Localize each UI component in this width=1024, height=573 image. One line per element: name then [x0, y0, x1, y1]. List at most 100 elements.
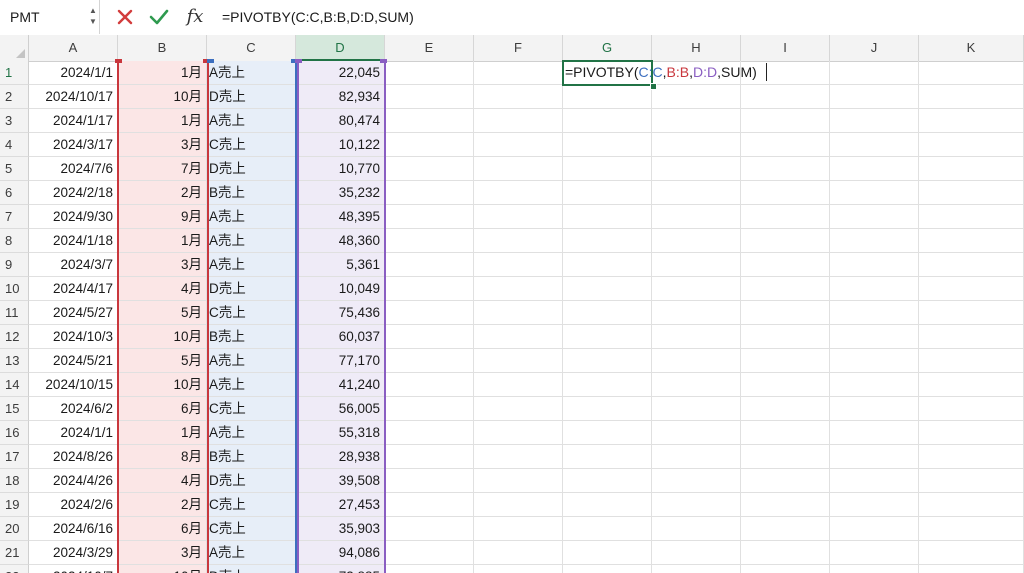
cell-a17[interactable]: 2024/8/26 — [29, 445, 118, 469]
cell-a20[interactable]: 2024/6/16 — [29, 517, 118, 541]
cell-i19[interactable] — [741, 493, 830, 517]
cell-b19[interactable]: 2月 — [118, 493, 207, 517]
cell-f10[interactable] — [474, 277, 563, 301]
formula-input[interactable]: =PIVOTBY(C:C,B:B,D:D,SUM) — [222, 9, 414, 25]
cell-i2[interactable] — [741, 85, 830, 109]
cell-k15[interactable] — [919, 397, 1024, 421]
cell-k4[interactable] — [919, 133, 1024, 157]
cell-c21[interactable]: A売上 — [207, 541, 296, 565]
row-header-5[interactable]: 5 — [0, 157, 29, 181]
cell-i6[interactable] — [741, 181, 830, 205]
cell-b22[interactable]: 10月 — [118, 565, 207, 573]
cell-f13[interactable] — [474, 349, 563, 373]
cell-b13[interactable]: 5月 — [118, 349, 207, 373]
cell-b3[interactable]: 1月 — [118, 109, 207, 133]
cell-d21[interactable]: 94,086 — [296, 541, 385, 565]
cell-e3[interactable] — [385, 109, 474, 133]
column-header-d[interactable]: D — [296, 35, 385, 61]
cell-j20[interactable] — [830, 517, 919, 541]
cell-j12[interactable] — [830, 325, 919, 349]
cell-k7[interactable] — [919, 205, 1024, 229]
cell-h14[interactable] — [652, 373, 741, 397]
cell-c2[interactable]: D売上 — [207, 85, 296, 109]
cell-f4[interactable] — [474, 133, 563, 157]
name-box-stepper-icon[interactable]: ▲ ▼ — [88, 5, 98, 29]
cell-i3[interactable] — [741, 109, 830, 133]
cell-k13[interactable] — [919, 349, 1024, 373]
cell-b20[interactable]: 6月 — [118, 517, 207, 541]
row-header-15[interactable]: 15 — [0, 397, 29, 421]
cell-g10[interactable] — [563, 277, 652, 301]
row-header-10[interactable]: 10 — [0, 277, 29, 301]
cell-d15[interactable]: 56,005 — [296, 397, 385, 421]
cell-k3[interactable] — [919, 109, 1024, 133]
cell-f14[interactable] — [474, 373, 563, 397]
cell-k6[interactable] — [919, 181, 1024, 205]
cell-h5[interactable] — [652, 157, 741, 181]
cell-d10[interactable]: 10,049 — [296, 277, 385, 301]
cell-d2[interactable]: 82,934 — [296, 85, 385, 109]
cell-i7[interactable] — [741, 205, 830, 229]
cell-e20[interactable] — [385, 517, 474, 541]
cell-h7[interactable] — [652, 205, 741, 229]
cell-a22[interactable]: 2024/10/7 — [29, 565, 118, 573]
cell-d11[interactable]: 75,436 — [296, 301, 385, 325]
cell-c5[interactable]: D売上 — [207, 157, 296, 181]
cell-b16[interactable]: 1月 — [118, 421, 207, 445]
cell-b12[interactable]: 10月 — [118, 325, 207, 349]
cell-e17[interactable] — [385, 445, 474, 469]
column-header-e[interactable]: E — [385, 35, 474, 61]
cell-a8[interactable]: 2024/1/18 — [29, 229, 118, 253]
column-header-h[interactable]: H — [652, 35, 741, 61]
cell-i14[interactable] — [741, 373, 830, 397]
name-box[interactable]: PMT ▲ ▼ — [0, 0, 100, 34]
cell-e14[interactable] — [385, 373, 474, 397]
cell-a9[interactable]: 2024/3/7 — [29, 253, 118, 277]
cell-h9[interactable] — [652, 253, 741, 277]
cell-h16[interactable] — [652, 421, 741, 445]
cell-b10[interactable]: 4月 — [118, 277, 207, 301]
cell-h10[interactable] — [652, 277, 741, 301]
cell-f5[interactable] — [474, 157, 563, 181]
cell-c22[interactable]: D売上 — [207, 565, 296, 573]
cell-k11[interactable] — [919, 301, 1024, 325]
cell-h13[interactable] — [652, 349, 741, 373]
cell-b21[interactable]: 3月 — [118, 541, 207, 565]
cell-g6[interactable] — [563, 181, 652, 205]
cell-e5[interactable] — [385, 157, 474, 181]
cell-i12[interactable] — [741, 325, 830, 349]
cell-d6[interactable]: 35,232 — [296, 181, 385, 205]
cell-c18[interactable]: D売上 — [207, 469, 296, 493]
cell-c6[interactable]: B売上 — [207, 181, 296, 205]
cell-b1[interactable]: 1月 — [118, 61, 207, 85]
cell-g8[interactable] — [563, 229, 652, 253]
cell-j17[interactable] — [830, 445, 919, 469]
cell-e8[interactable] — [385, 229, 474, 253]
cell-e13[interactable] — [385, 349, 474, 373]
column-header-k[interactable]: K — [919, 35, 1024, 61]
cell-c19[interactable]: C売上 — [207, 493, 296, 517]
cell-d18[interactable]: 39,508 — [296, 469, 385, 493]
cell-g15[interactable] — [563, 397, 652, 421]
cell-d19[interactable]: 27,453 — [296, 493, 385, 517]
cell-g2[interactable] — [563, 85, 652, 109]
row-header-3[interactable]: 3 — [0, 109, 29, 133]
row-header-16[interactable]: 16 — [0, 421, 29, 445]
row-header-2[interactable]: 2 — [0, 85, 29, 109]
cell-h8[interactable] — [652, 229, 741, 253]
column-header-j[interactable]: J — [830, 35, 919, 61]
row-header-14[interactable]: 14 — [0, 373, 29, 397]
cell-i16[interactable] — [741, 421, 830, 445]
cell-e2[interactable] — [385, 85, 474, 109]
cell-d8[interactable]: 48,360 — [296, 229, 385, 253]
cell-formula-editor[interactable]: =PIVOTBY(C:C,B:B,D:D,SUM) — [565, 64, 757, 80]
cell-d13[interactable]: 77,170 — [296, 349, 385, 373]
cell-k19[interactable] — [919, 493, 1024, 517]
cell-d12[interactable]: 60,037 — [296, 325, 385, 349]
cell-a3[interactable]: 2024/1/17 — [29, 109, 118, 133]
ref-handle-c-left[interactable] — [207, 59, 214, 63]
cell-e22[interactable] — [385, 565, 474, 573]
cell-f21[interactable] — [474, 541, 563, 565]
column-header-b[interactable]: B — [118, 35, 207, 61]
cell-d4[interactable]: 10,122 — [296, 133, 385, 157]
